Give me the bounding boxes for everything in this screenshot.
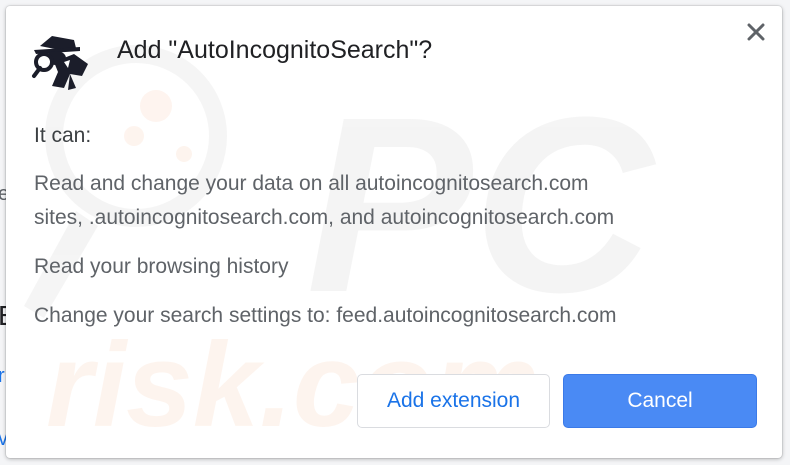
add-extension-button[interactable]: Add extension (357, 374, 550, 428)
spy-agent-icon (30, 30, 94, 94)
permission-text: Read and change your data on all autoinc… (34, 172, 589, 195)
permission-text: Read your browsing history (34, 255, 289, 278)
close-icon (747, 23, 765, 41)
permission-item: Read and change your data on all autoinc… (34, 167, 614, 235)
permission-text: sites, .autoincognitosearch.com, and aut… (34, 206, 615, 229)
cancel-button[interactable]: Cancel (563, 374, 757, 428)
permissions-intro: It can: (34, 124, 92, 147)
add-extension-dialog: PC risk.com Add "AutoIncognitoSearch"? I… (6, 6, 782, 458)
background-link-fragment: r (0, 365, 5, 387)
dialog-title: Add "AutoIncognitoSearch"? (117, 36, 433, 64)
close-button[interactable] (744, 20, 768, 44)
permission-item: Read your browsing history (34, 250, 288, 284)
permission-text: Change your search settings to: feed.aut… (34, 304, 617, 327)
permission-item: Change your search settings to: feed.aut… (34, 299, 617, 333)
